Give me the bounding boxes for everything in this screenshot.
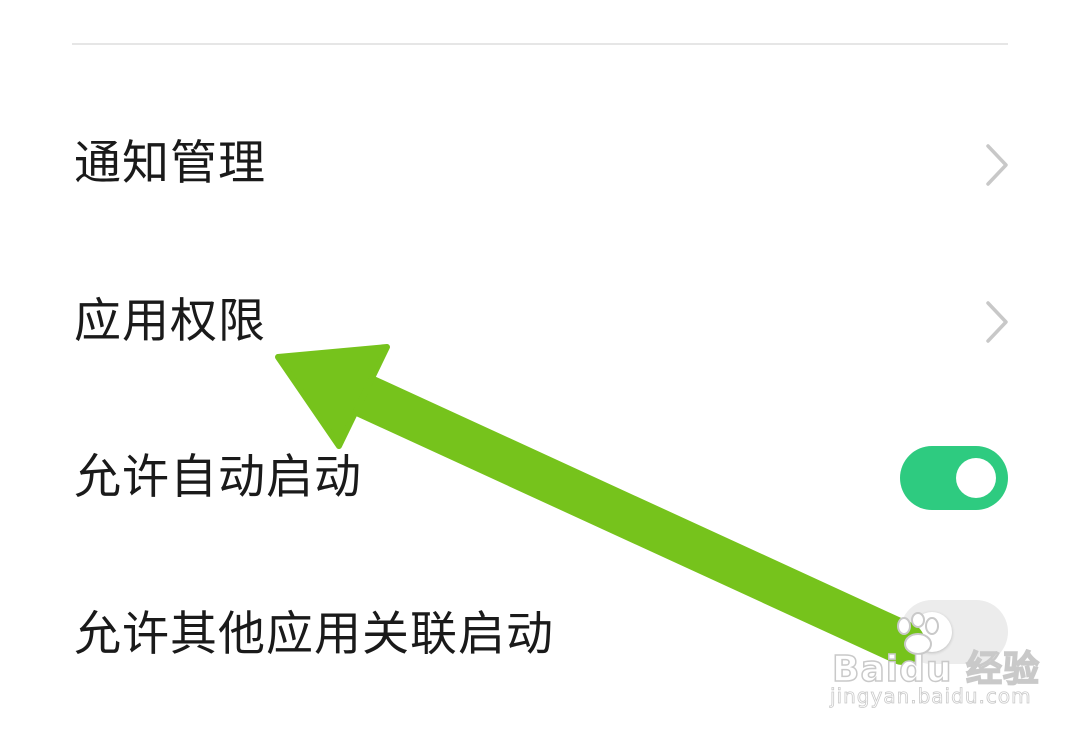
settings-item-label: 应用权限 <box>74 294 266 349</box>
settings-item-label: 允许其他应用关联启动 <box>74 607 554 662</box>
baidu-jingyan-watermark: Baidu 经验 jingyan.baidu.com <box>820 612 1060 712</box>
chevron-right-icon <box>986 144 1008 186</box>
chevron-right-icon <box>986 301 1008 343</box>
watermark-url: jingyan.baidu.com <box>830 684 1032 709</box>
settings-item-label: 允许自动启动 <box>74 450 362 505</box>
settings-item-label: 通知管理 <box>74 136 266 191</box>
settings-item-app-permissions[interactable]: 应用权限 <box>0 244 1080 394</box>
top-divider <box>72 43 1008 45</box>
settings-item-allow-auto-start: 允许自动启动 <box>0 400 1080 550</box>
toggle-knob <box>956 458 996 498</box>
auto-start-toggle[interactable] <box>900 446 1008 510</box>
settings-item-notification-management[interactable]: 通知管理 <box>0 90 1080 240</box>
